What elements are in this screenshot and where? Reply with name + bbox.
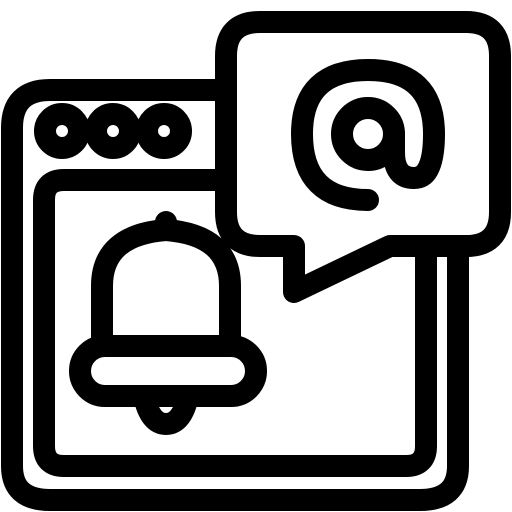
window-dot-3 bbox=[136, 103, 192, 159]
browser-notification-email-icon bbox=[1, 11, 511, 511]
bell-icon bbox=[69, 211, 267, 435]
window-control-dots-icon bbox=[34, 103, 192, 159]
window-dot-1 bbox=[34, 103, 90, 159]
bell-rim bbox=[69, 335, 267, 407]
window-dot-2 bbox=[85, 103, 141, 159]
bell-body bbox=[91, 219, 241, 357]
